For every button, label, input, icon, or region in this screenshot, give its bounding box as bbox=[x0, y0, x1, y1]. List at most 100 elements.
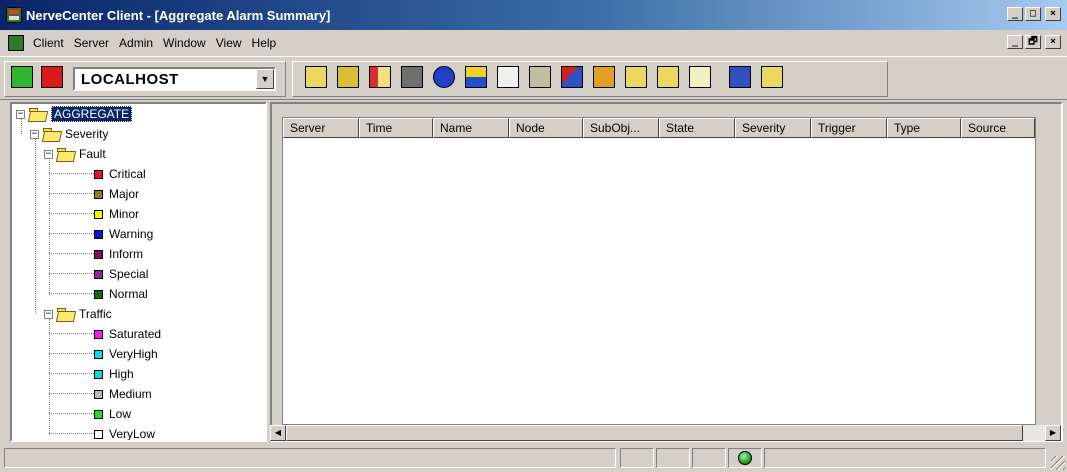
tree-node-fault[interactable]: − Fault bbox=[44, 144, 106, 164]
crit-min-inf-button[interactable] bbox=[494, 63, 522, 91]
tree-node-critical[interactable]: Critical bbox=[94, 164, 146, 184]
pencil-icon bbox=[561, 66, 583, 88]
folder-open-icon bbox=[43, 127, 61, 141]
tree-label: Critical bbox=[109, 167, 146, 181]
severity-swatch bbox=[94, 349, 103, 359]
molecule-icon bbox=[433, 66, 455, 88]
computer-button[interactable] bbox=[334, 63, 362, 91]
list-icon bbox=[689, 66, 711, 88]
column-header-source[interactable]: Source bbox=[961, 118, 1035, 138]
upload-button[interactable] bbox=[654, 63, 682, 91]
menu-view[interactable]: View bbox=[211, 36, 247, 50]
hierarchy-button[interactable] bbox=[590, 63, 618, 91]
alarm-flag-button[interactable] bbox=[366, 63, 394, 91]
tree-node-minor[interactable]: Minor bbox=[94, 204, 139, 224]
child-close-button[interactable]: × bbox=[1045, 35, 1061, 49]
upload-icon bbox=[657, 66, 679, 88]
column-header-type[interactable]: Type bbox=[887, 118, 961, 138]
column-header-severity[interactable]: Severity bbox=[735, 118, 811, 138]
tree-line bbox=[49, 213, 94, 214]
child-minimize-button[interactable]: _ bbox=[1007, 35, 1023, 49]
menu-help[interactable]: Help bbox=[247, 36, 282, 50]
scroll-thumb[interactable] bbox=[286, 425, 1023, 441]
severity-swatch bbox=[94, 209, 103, 219]
menu-admin[interactable]: Admin bbox=[114, 36, 158, 50]
scroll-left-button[interactable]: ◀ bbox=[270, 425, 286, 441]
severity-swatch bbox=[94, 249, 103, 259]
scroll-right-button[interactable]: ▶ bbox=[1045, 425, 1061, 441]
child-window-icon[interactable] bbox=[8, 35, 24, 51]
collapse-toggle[interactable]: − bbox=[44, 309, 53, 319]
question-doc-button[interactable] bbox=[726, 63, 754, 91]
tree-node-major[interactable]: Major bbox=[94, 184, 139, 204]
tree-line bbox=[49, 319, 50, 435]
status-panel bbox=[692, 448, 726, 468]
menu-server[interactable]: Server bbox=[69, 36, 114, 50]
computer-icon bbox=[337, 66, 359, 88]
tree-node-veryhigh[interactable]: VeryHigh bbox=[94, 344, 158, 364]
tree-node-inform[interactable]: Inform bbox=[94, 244, 143, 264]
minimize-button[interactable]: _ bbox=[1007, 7, 1023, 21]
column-header-trigger[interactable]: Trigger bbox=[811, 118, 887, 138]
tree-line bbox=[49, 160, 50, 295]
tree-node-verylow[interactable]: VeryLow bbox=[94, 424, 155, 440]
alarm-list[interactable]: Server Time Name Node SubObj... State Se… bbox=[282, 117, 1036, 425]
column-header-server[interactable]: Server bbox=[283, 118, 359, 138]
tree-label: Inform bbox=[109, 247, 144, 261]
tools-button[interactable] bbox=[462, 63, 490, 91]
polygon-button[interactable] bbox=[526, 63, 554, 91]
disconnect-button[interactable] bbox=[38, 63, 66, 91]
column-header-node[interactable]: Node bbox=[509, 118, 583, 138]
tree-node-traffic[interactable]: − Traffic bbox=[44, 304, 112, 324]
tree-node-severity[interactable]: − Severity bbox=[30, 124, 108, 144]
tree-node-high[interactable]: High bbox=[94, 364, 134, 384]
download-button[interactable] bbox=[622, 63, 650, 91]
maximize-button[interactable]: □ bbox=[1025, 7, 1041, 21]
close-button[interactable]: × bbox=[1045, 7, 1061, 21]
tree-label: Normal bbox=[109, 287, 148, 301]
tree-node-normal[interactable]: Normal bbox=[94, 284, 148, 304]
menu-client[interactable]: Client bbox=[28, 36, 69, 50]
status-panel bbox=[620, 448, 654, 468]
chevron-down-icon[interactable]: ▼ bbox=[256, 69, 274, 89]
list-button[interactable] bbox=[686, 63, 714, 91]
severity-swatch bbox=[94, 369, 103, 379]
column-header-name[interactable]: Name bbox=[433, 118, 509, 138]
mib-tool-button[interactable] bbox=[302, 63, 330, 91]
connect-button[interactable] bbox=[8, 63, 36, 91]
molecule-button[interactable] bbox=[430, 63, 458, 91]
collapse-toggle[interactable]: − bbox=[30, 129, 39, 139]
tree-label: AGGREGATE bbox=[51, 106, 133, 122]
tree-node-special[interactable]: Special bbox=[94, 264, 148, 284]
clipboard-button[interactable] bbox=[758, 63, 786, 91]
column-header-state[interactable]: State bbox=[659, 118, 735, 138]
window-controls: _ □ × bbox=[1007, 7, 1061, 21]
tree-node-medium[interactable]: Medium bbox=[94, 384, 152, 404]
app-icon bbox=[6, 7, 22, 23]
title-bar[interactable]: NerveCenter Client - [Aggregate Alarm Su… bbox=[0, 0, 1067, 30]
resize-grip-icon[interactable] bbox=[1051, 456, 1065, 470]
pencil-button[interactable] bbox=[558, 63, 586, 91]
status-panel bbox=[764, 448, 1046, 468]
question-doc-icon bbox=[729, 66, 751, 88]
tree-node-warning[interactable]: Warning bbox=[94, 224, 153, 244]
column-header-time[interactable]: Time bbox=[359, 118, 433, 138]
tree-line bbox=[49, 293, 94, 294]
clipboard-icon bbox=[761, 66, 783, 88]
menu-window[interactable]: Window bbox=[158, 36, 211, 50]
tree-line bbox=[49, 393, 94, 394]
horizontal-scrollbar[interactable]: ◀ ▶ bbox=[270, 425, 1061, 441]
column-header-subobject[interactable]: SubObj... bbox=[583, 118, 659, 138]
tree-node-low[interactable]: Low bbox=[94, 404, 131, 424]
tree-line bbox=[49, 193, 94, 194]
collapse-toggle[interactable]: − bbox=[44, 149, 53, 159]
tree-node-aggregate[interactable]: − AGGREGATE bbox=[16, 104, 133, 124]
tree-line bbox=[49, 413, 94, 414]
tree-node-saturated[interactable]: Saturated bbox=[94, 324, 161, 344]
server-combobox[interactable]: LOCALHOST ▼ bbox=[73, 67, 276, 91]
child-restore-button[interactable]: 🗗 bbox=[1025, 35, 1041, 49]
connect-icon bbox=[11, 66, 33, 88]
alarm-tree[interactable]: − AGGREGATE − Severity − Fault Critical … bbox=[10, 102, 267, 442]
wolf-button[interactable] bbox=[398, 63, 426, 91]
collapse-toggle[interactable]: − bbox=[16, 109, 25, 119]
